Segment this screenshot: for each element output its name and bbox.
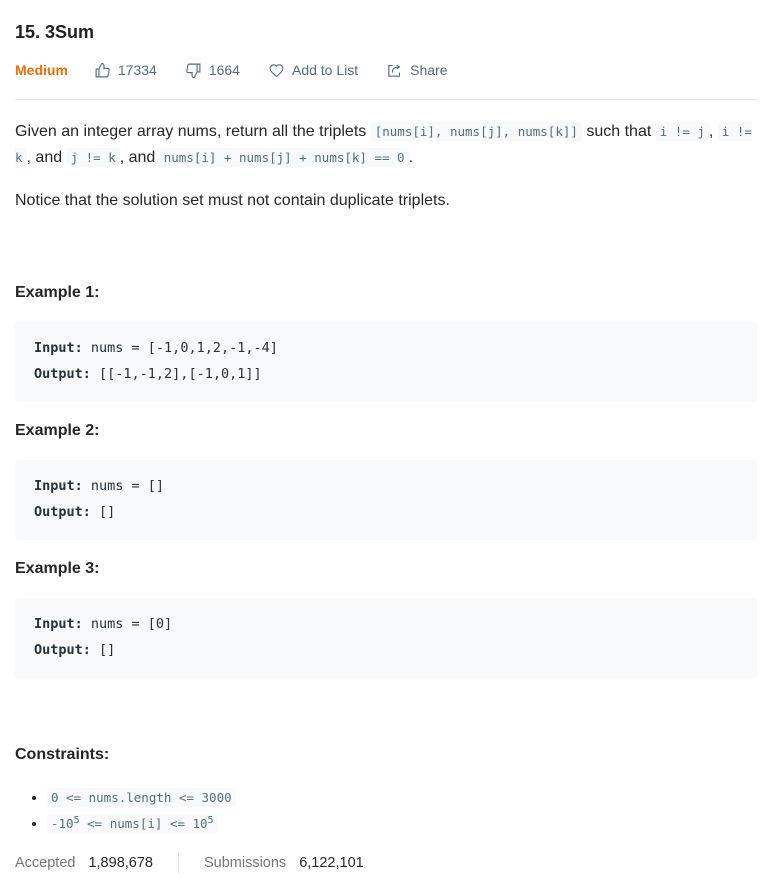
problem-page: 15. 3Sum Medium 17334 1664 Add to List S… — [0, 0, 777, 887]
description-text: such that — [581, 123, 656, 140]
constraint-item: 0 <= nums.length <= 3000 — [47, 784, 757, 810]
example-code-block: Input: nums = [-1,0,1,2,-1,-4] Output: [… — [15, 322, 757, 402]
output-label: Output: — [34, 504, 91, 520]
submissions-label: Submissions — [203, 855, 287, 871]
example-output-line: Output: [[-1,-1,2],[-1,0,1]] — [34, 361, 738, 387]
input-label: Input: — [34, 478, 83, 494]
share-button[interactable]: Share — [386, 62, 448, 79]
difficulty-badge: Medium — [15, 62, 68, 78]
description-note: Notice that the solution set must not co… — [15, 192, 450, 209]
inline-code: [nums[i], nums[j], nums[k]] — [370, 122, 582, 141]
header-divider — [15, 99, 757, 100]
description-paragraph: Given an integer array nums, return all … — [15, 119, 757, 171]
dislike-count: 1664 — [208, 62, 240, 78]
constraint-text: <= nums[i] <= 10 — [79, 816, 208, 831]
inline-code: i != j — [655, 122, 709, 141]
example-input-line: Input: nums = [-1,0,1,2,-1,-4] — [34, 335, 738, 361]
problem-meta-bar: Medium 17334 1664 Add to List Share — [15, 58, 757, 82]
constraints-list: 0 <= nums.length <= 3000 -10 5 <= nums[i]… — [15, 784, 757, 836]
example-input-line: Input: nums = [0] — [34, 611, 738, 637]
accepted-count: 1,898,678 — [88, 855, 153, 871]
output-value: [[-1,-1,2],[-1,0,1]] — [90, 366, 262, 382]
example-input-line: Input: nums = [] — [34, 473, 738, 499]
constraint-code: 0 <= nums.length <= 3000 — [47, 788, 236, 807]
constraint-code: -105 <= nums[i] <= 105 — [47, 814, 218, 833]
description-text: . — [408, 149, 414, 166]
example-title: Example 1: — [15, 284, 100, 301]
add-to-list-label: Add to List — [291, 62, 359, 78]
constraint-text: -10 — [51, 816, 74, 831]
description-text: Given an integer array nums, return all … — [15, 123, 371, 140]
input-value: nums = [0] — [82, 616, 173, 632]
inline-code: nums[i] + nums[j] + nums[k] == 0 — [159, 148, 409, 167]
stats-divider — [177, 853, 179, 873]
like-count: 17334 — [117, 62, 157, 78]
input-value: nums = [] — [82, 478, 165, 494]
constraint-item: -105 <= nums[i] <= 105 — [47, 810, 757, 836]
example-code-block: Input: nums = [0] Output: [] — [15, 598, 757, 678]
example-title: Example 3: — [15, 560, 100, 577]
accepted-label: Accepted — [15, 855, 76, 871]
share-icon — [388, 63, 401, 77]
output-value: [] — [90, 642, 116, 658]
output-label: Output: — [34, 642, 91, 658]
share-label: Share — [410, 62, 448, 78]
input-label: Input: — [34, 340, 83, 356]
problem-title: 15. 3Sum — [15, 22, 95, 42]
inline-code: j != k — [66, 148, 120, 167]
add-to-list-button[interactable]: Add to List — [268, 62, 358, 79]
submissions-count: 6,122,101 — [299, 855, 364, 871]
example-code-block: Input: nums = [] Output: [] — [15, 460, 757, 540]
submission-stats: Accepted 1,898,678 Submissions 6,122,101 — [15, 852, 757, 874]
example-title: Example 2: — [15, 422, 100, 439]
output-label: Output: — [34, 366, 91, 382]
example-output-line: Output: [] — [34, 499, 738, 525]
dislike-button[interactable]: 1664 — [185, 62, 240, 79]
thumbs-up-icon — [95, 62, 110, 77]
example-output-line: Output: [] — [34, 637, 738, 663]
thumbs-down-icon — [186, 63, 201, 78]
constraint-exponent: 5 — [207, 814, 214, 826]
input-value: nums = [-1,0,1,2,-1,-4] — [82, 340, 278, 356]
description-text: , and — [26, 149, 67, 166]
heart-icon — [269, 63, 284, 77]
like-button[interactable]: 17334 — [94, 62, 157, 79]
constraints-title: Constraints: — [15, 746, 110, 763]
description-text: , and — [119, 149, 160, 166]
description-text: , — [708, 123, 718, 140]
input-label: Input: — [34, 616, 83, 632]
output-value: [] — [90, 504, 116, 520]
